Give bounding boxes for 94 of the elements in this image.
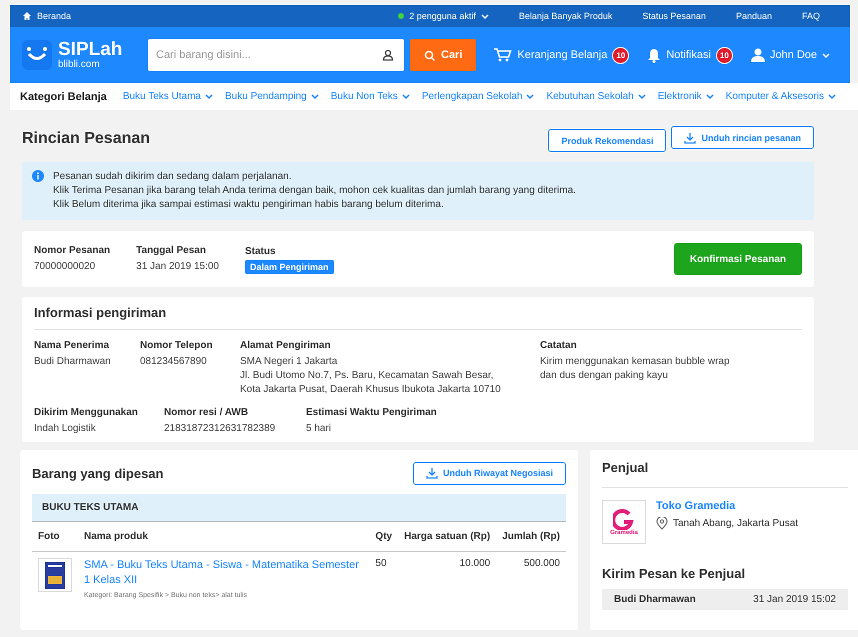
field-value: Indah Logistik [34,422,97,436]
store-logo-icon [613,508,635,530]
top-link[interactable]: Status Pesanan [642,11,706,21]
section-title: Kirim Pesan ke Penjual [602,566,746,581]
book-cover-icon [45,562,65,588]
chevron-down-icon [822,52,830,58]
category-menu[interactable]: Buku Teks Utama [122,91,213,102]
home-link[interactable]: Beranda [22,11,72,21]
field-value: 5 hari [306,422,332,436]
column-header: Qty [369,522,398,552]
logo-title: SIPLah [58,40,122,58]
chevron-down-icon [706,93,714,100]
user-icon [750,48,765,62]
home-icon [22,11,32,21]
count-badge: 10 [612,46,630,64]
section-title: Barang yang dipesan [32,466,164,480]
field-value: Budi Dharmawan [34,355,112,369]
total-cell: 500.000 [496,552,566,606]
column-header: Nama produk [78,522,370,552]
active-users-dropdown[interactable]: 2 pengguna aktif [398,11,489,21]
chevron-down-icon [480,12,489,20]
top-link[interactable]: FAQ [802,11,820,21]
bell-icon [647,48,662,62]
field-label: Dikirim Menggunakan [34,407,139,418]
field-value: Jl. Budi Utomo No.7, Ps. Baru, Kecamatan Sawah Besar, [240,369,494,383]
field-value: 21831872312631782389 [164,422,276,436]
field-value: 081234567890 [140,355,208,369]
column-header: Harga satuan (Rp) [398,522,496,552]
search-field[interactable]: Cari barang disini... [148,39,404,71]
field-label: Nomor Pesanan [34,244,110,256]
download-negotiation-button[interactable]: Unduh Riwayat Negosiasi [412,462,566,484]
alert-text: Klik Terima Pesanan jika barang telah Anda terima dengan baik, mohon cek kualitas dan jumlah barang yang diterima. [53,184,576,198]
chevron-down-icon [310,93,319,100]
category-menu[interactable]: Elektronik [658,91,714,102]
column-header: Foto [32,522,78,552]
section-title: Informasi pengiriman [34,305,802,330]
category-menu[interactable]: Kebutuhan Sekolah [546,91,646,102]
section-title: Penjual [602,460,650,475]
search-icon [424,50,435,60]
info-icon [32,170,44,182]
smiley-logo-icon [22,40,52,70]
store-name-link[interactable]: Toko Gramedia [656,500,736,512]
top-link[interactable]: Belanja Banyak Produk [518,11,612,21]
field-value: 31 Jan 2019 15:00 [136,260,219,274]
cart-link[interactable]: Keranjang Belanja 10 [494,46,630,64]
qty-cell: 50 [369,552,398,606]
alert-text: Klik Belum diterima jika sampai estimasi waktu pengiriman habis barang belum diterima. [53,198,445,212]
store-location: Tanah Abang, Jakarta Pusat [673,518,798,529]
category-menu[interactable]: Buku Non Teks [330,91,410,102]
group-header: BUKU TEKS UTAMA [32,494,566,522]
chevron-down-icon [402,93,410,100]
field-label: Status [245,246,277,256]
person-icon [382,49,394,61]
field-label: Nomor resi / AWB [164,407,250,418]
column-header: Jumlah (Rp) [496,522,566,552]
field-value: Kota Jakarta Pusat, Daerah Khusus Ibukota Jakarta 10710 [240,383,502,397]
location-pin-icon [656,517,668,530]
user-menu[interactable]: John Doe [750,48,830,62]
field-value: dan dus dengan paking kayu [540,369,669,383]
category-menu[interactable]: Komputer & Aksesoris [726,91,836,102]
cart-icon [494,48,512,62]
field-value: SMA Negeri 1 Jakarta [240,355,338,369]
recommendation-button[interactable]: Produk Rekomendasi [548,129,666,152]
field-label: Estimasi Waktu Pengiriman [306,407,437,418]
chevron-down-icon [526,93,534,100]
field-value: Kirim menggunakan kemasan bubble wrap [540,355,730,369]
page-title: Rincian Pesanan [22,130,150,148]
download-icon [684,132,696,144]
message-sender: Budi Dharmawan [614,594,696,605]
field-value: 70000000020 [34,260,96,274]
alert-text: Pesanan sudah dikirim dan sedang dalam perjalanan. [53,170,292,184]
field-label: Nomor Telepon [140,340,214,351]
logo-subtitle: blibli.com [58,58,101,70]
chevron-down-icon [638,93,646,100]
chevron-down-icon [205,93,213,100]
product-link[interactable]: SMA - Buku Teks Utama - Siswa - Matematika Semester 1 Kelas XII [84,558,364,588]
price-cell: 10.000 [398,552,496,606]
download-button[interactable]: Unduh rincian pesanan [671,126,814,149]
field-label: Catatan [540,340,578,351]
field-label: Nama Penerima [34,340,110,351]
chevron-down-icon [828,93,836,100]
download-icon [426,467,438,479]
count-badge: 10 [716,46,733,64]
category-menu[interactable]: Perlengkapan Sekolah [422,91,534,102]
search-button[interactable]: Cari [410,39,476,71]
field-label: Tanggal Pesan [136,244,207,256]
confirm-order-button[interactable]: Konfirmasi Pesanan [674,243,802,275]
category-menu[interactable]: Buku Pendamping [225,91,319,102]
notification-link[interactable]: Notifikasi 10 [647,46,733,64]
status-badge: Dalam Pengiriman [245,260,334,274]
field-label: Alamat Pengiriman [240,340,332,351]
category-title: Kategori Belanja [20,90,107,102]
top-link[interactable]: Panduan [736,11,772,21]
message-time: 31 Jan 2019 15:02 [753,594,836,605]
